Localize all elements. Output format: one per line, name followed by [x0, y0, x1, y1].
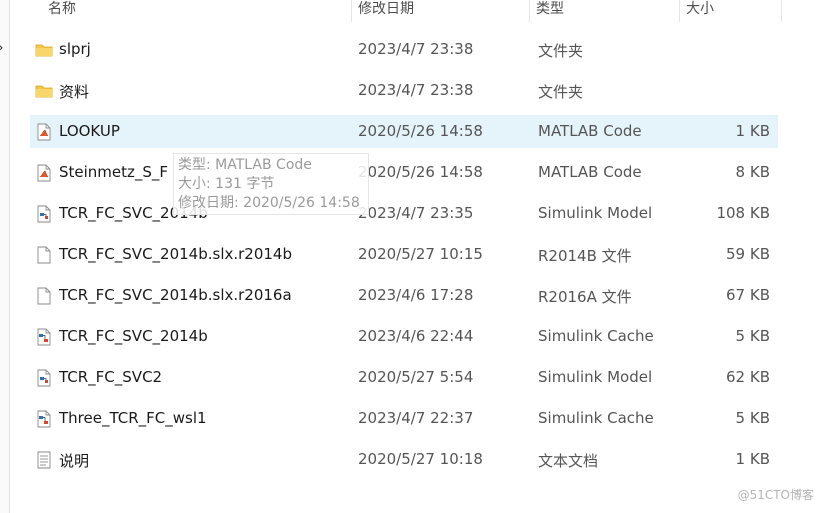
file-modified-date: 2020/5/26 14:58: [358, 163, 483, 181]
file-modified-date: 2023/4/7 23:38: [358, 81, 474, 99]
column-header-type[interactable]: 类型: [530, 0, 680, 22]
blank-file-icon: [35, 246, 53, 264]
file-name: 说明: [59, 452, 90, 470]
file-type: Simulink Model: [538, 368, 653, 386]
file-name: TCR_FC_SVC_2014b: [59, 327, 208, 345]
simulink-model-icon: [35, 369, 53, 387]
file-size: 1 KB: [735, 122, 770, 140]
file-row[interactable]: TCR_FC_SVC_2014b 2023/4/7 23:35 Simulink M…: [30, 197, 778, 230]
simulink-cache-icon: [35, 328, 53, 346]
file-name: Steinmetz_S_F: [59, 163, 169, 181]
navigation-pane-edge[interactable]: ›: [0, 0, 10, 513]
file-size: 108 KB: [716, 204, 770, 222]
file-size: 59 KB: [726, 245, 770, 263]
file-modified-date: 2023/4/6 22:44: [358, 327, 474, 345]
file-type: 文件夹: [538, 83, 584, 101]
file-name: Three_TCR_FC_wsl1: [59, 409, 207, 427]
file-size: 8 KB: [735, 163, 770, 181]
file-info-tooltip: 类型: MATLAB Code 大小: 131 字节 修改日期: 2020/5/…: [173, 153, 369, 215]
file-name: TCR_FC_SVC_2014b.slx.r2016a: [59, 286, 292, 304]
file-type: 文本文档: [538, 452, 599, 470]
blank-file-icon: [35, 287, 53, 305]
file-type: MATLAB Code: [538, 163, 642, 181]
file-type: Simulink Model: [538, 204, 653, 222]
file-modified-date: 2020/5/27 10:18: [358, 450, 483, 468]
simulink-model-icon: [35, 205, 53, 223]
tooltip-type: 类型: MATLAB Code: [178, 157, 312, 173]
file-modified-date: 2023/4/7 22:37: [358, 409, 474, 427]
file-type: 文件夹: [538, 42, 584, 60]
file-modified-date: 2020/5/26 14:58: [358, 122, 483, 140]
column-header-bar: 名称 修改日期 类型 大小: [30, 0, 782, 22]
file-type: R2014B 文件: [538, 247, 632, 265]
tooltip-modified: 修改日期: 2020/5/26 14:58: [178, 195, 360, 211]
file-type: R2016A 文件: [538, 288, 632, 306]
file-row[interactable]: TCR_FC_SVC_2014b.slx.r2016a 2023/4/6 17:2…: [30, 279, 778, 312]
file-name: slprj: [59, 40, 91, 58]
file-modified-date: 2020/5/27 10:15: [358, 245, 483, 263]
file-row[interactable]: Steinmetz_S_F 2020/5/26 14:58 MATLAB Code 8…: [30, 156, 778, 189]
file-size: 5 KB: [735, 409, 770, 427]
file-modified-date: 2023/4/7 23:35: [358, 204, 474, 222]
file-modified-date: 2023/4/6 17:28: [358, 286, 474, 304]
tooltip-size: 大小: 131 字节: [178, 176, 275, 192]
folder-icon: [35, 82, 53, 100]
file-type: Simulink Cache: [538, 327, 654, 345]
file-type: Simulink Cache: [538, 409, 654, 427]
watermark: @51CTO博客: [737, 488, 814, 502]
file-modified-date: 2020/5/27 5:54: [358, 368, 474, 386]
file-size: 67 KB: [726, 286, 770, 304]
file-size: 1 KB: [735, 450, 770, 468]
file-row[interactable]: LOOKUP 2020/5/26 14:58 MATLAB Code 1 KB: [30, 115, 778, 148]
file-row[interactable]: TCR_FC_SVC2 2020/5/27 5:54 Simulink Model 6…: [30, 361, 778, 394]
file-row[interactable]: slprj 2023/4/7 23:38 文件夹: [30, 33, 778, 66]
file-name: TCR_FC_SVC2: [59, 368, 163, 386]
file-row[interactable]: Three_TCR_FC_wsl1 2023/4/7 22:37 Simulink …: [30, 402, 778, 435]
column-header-name[interactable]: 名称: [30, 0, 352, 22]
file-row[interactable]: TCR_FC_SVC_2014b 2023/4/6 22:44 Simulink C…: [30, 320, 778, 353]
file-row[interactable]: TCR_FC_SVC_2014b.slx.r2014b 2020/5/27 10:…: [30, 238, 778, 271]
nav-chevron-icon: ›: [0, 40, 4, 56]
file-modified-date: 2023/4/7 23:38: [358, 40, 474, 58]
folder-icon: [35, 41, 53, 59]
file-size: 62 KB: [726, 368, 770, 386]
file-row[interactable]: 说明 2020/5/27 10:18 文本文档 1 KB: [30, 443, 778, 476]
file-size: 5 KB: [735, 327, 770, 345]
matlab-file-icon: [35, 123, 53, 141]
file-name: LOOKUP: [59, 122, 120, 140]
matlab-file-icon: [35, 164, 53, 182]
file-name: 资料: [59, 83, 90, 101]
file-name: TCR_FC_SVC_2014b.slx.r2014b: [59, 245, 292, 263]
column-header-size[interactable]: 大小: [680, 0, 782, 22]
text-file-icon: [35, 451, 53, 469]
file-type: MATLAB Code: [538, 122, 642, 140]
file-row[interactable]: 资料 2023/4/7 23:38 文件夹: [30, 74, 778, 107]
column-header-modified[interactable]: 修改日期: [352, 0, 530, 22]
simulink-cache-icon: [35, 410, 53, 428]
